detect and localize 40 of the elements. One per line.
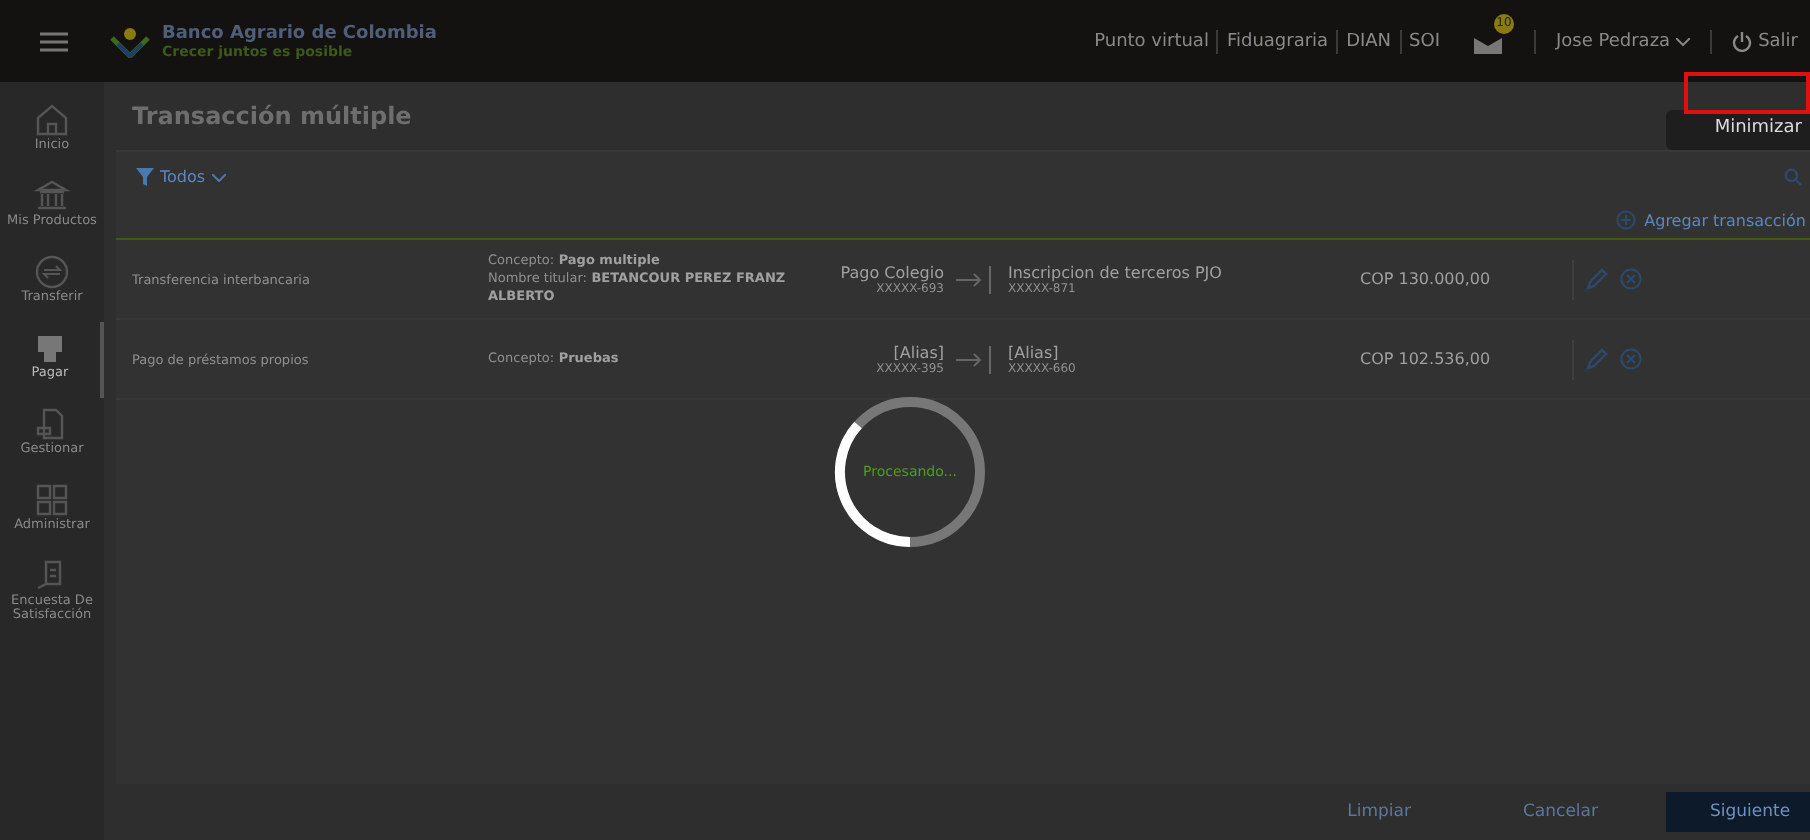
amount: COP 102.536,00 (1360, 350, 1493, 368)
footer-button[interactable]: Limpiar (1303, 792, 1455, 832)
edit-icon[interactable] (1586, 268, 1608, 290)
search-icon[interactable] (1784, 168, 1802, 186)
header-link[interactable]: Punto virtual (1094, 31, 1209, 51)
amount: COP 130.000,00 (1360, 270, 1493, 288)
highlight-frame (1684, 72, 1810, 114)
arrow-icon (956, 345, 996, 373)
header-link[interactable]: DIAN (1346, 31, 1392, 51)
menu-icon[interactable] (40, 31, 68, 51)
logo-icon (110, 25, 150, 57)
filter-dropdown[interactable]: Todos (136, 168, 226, 186)
delete-icon[interactable] (1620, 348, 1642, 370)
power-icon (1732, 31, 1753, 51)
bank-name: Banco Agrario de Colombia (162, 23, 437, 43)
destination-account-name: Inscripcion de terceros PJO (1008, 263, 1224, 281)
pay-icon (32, 330, 68, 366)
logout-button[interactable]: Salir (1732, 31, 1798, 51)
grid-icon (34, 482, 70, 518)
header-link[interactable]: Fiduagraria (1226, 31, 1329, 51)
page-title: Transacción múltiple (132, 102, 412, 130)
destination-account-name: [Alias] (1008, 343, 1061, 361)
bank-icon (34, 178, 70, 214)
source-account-name: [Alias] (893, 343, 944, 361)
tooltip: Minimizar (1666, 110, 1810, 150)
edit-icon[interactable] (1586, 348, 1608, 370)
user-menu[interactable]: Jose Pedraza (1556, 31, 1691, 51)
footer-button[interactable]: Cancelar (1479, 792, 1642, 832)
filter-icon (136, 168, 154, 186)
caret-icon (211, 173, 226, 181)
arrow-icon (956, 265, 996, 293)
source-account-name: Pago Colegio (840, 263, 944, 281)
add-transaction-link[interactable]: Agregar transacción (1616, 210, 1806, 230)
next-button[interactable]: Siguiente (1666, 792, 1810, 832)
transfer-icon (34, 254, 70, 290)
plus-circle-icon (1616, 210, 1637, 230)
home-icon (34, 102, 70, 138)
caret-icon (1676, 37, 1691, 45)
delete-icon[interactable] (1620, 268, 1642, 290)
header-link[interactable]: SOI (1409, 31, 1440, 51)
